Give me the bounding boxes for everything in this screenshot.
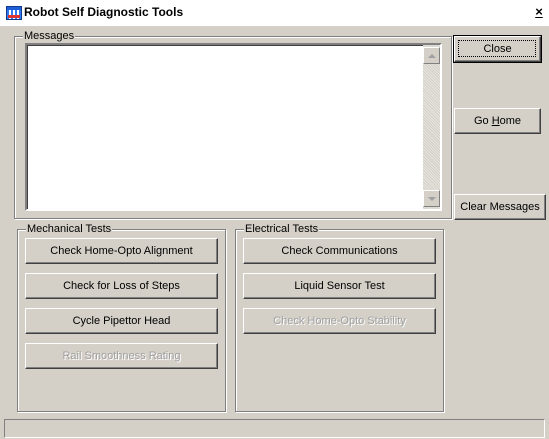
check-home-opto-stability-label: Check Home-Opto Stability <box>273 315 406 327</box>
cycle-pipettor-head-button[interactable]: Cycle Pipettor Head <box>25 308 218 334</box>
liquid-sensor-test-button[interactable]: Liquid Sensor Test <box>243 273 436 299</box>
diagnostic-window: Robot Self Diagnostic Tools × Messages C… <box>0 0 549 439</box>
messages-textarea[interactable] <box>25 43 442 211</box>
clear-messages-button[interactable]: Clear Messages <box>454 194 546 220</box>
check-communications-label: Check Communications <box>281 245 398 257</box>
status-panel <box>4 419 545 438</box>
rail-smoothness-rating-button[interactable]: Rail Smoothness Rating <box>25 343 218 369</box>
liquid-sensor-test-label: Liquid Sensor Test <box>294 280 385 292</box>
scroll-down-arrow-icon <box>427 196 436 201</box>
messages-group-label: Messages <box>23 29 76 43</box>
mechanical-tests-label: Mechanical Tests <box>26 222 113 236</box>
messages-vertical-scrollbar[interactable] <box>423 45 440 209</box>
check-home-opto-stability-button[interactable]: Check Home-Opto Stability <box>243 308 436 334</box>
window-title: Robot Self Diagnostic Tools <box>24 5 184 19</box>
scroll-up-button[interactable] <box>423 47 440 64</box>
check-loss-of-steps-label: Check for Loss of Steps <box>63 280 180 292</box>
check-loss-of-steps-button[interactable]: Check for Loss of Steps <box>25 273 218 299</box>
go-home-button-label: Go Home <box>473 115 522 127</box>
focus-ring <box>458 40 536 57</box>
check-home-opto-alignment-button[interactable]: Check Home-Opto Alignment <box>25 238 218 264</box>
check-communications-button[interactable]: Check Communications <box>243 238 436 264</box>
status-bar <box>0 417 549 439</box>
cycle-pipettor-head-label: Cycle Pipettor Head <box>72 315 171 327</box>
rail-smoothness-rating-label: Rail Smoothness Rating <box>62 350 181 362</box>
robot-app-icon[interactable] <box>6 6 22 20</box>
go-home-button[interactable]: Go Home <box>454 108 541 134</box>
check-home-opto-alignment-label: Check Home-Opto Alignment <box>50 245 193 257</box>
electrical-tests-label: Electrical Tests <box>244 222 320 236</box>
clear-messages-button-label: Clear Messages <box>460 201 540 213</box>
scroll-down-button[interactable] <box>423 190 440 207</box>
title-bar[interactable]: Robot Self Diagnostic Tools × <box>0 0 549 26</box>
close-button[interactable]: Close <box>453 35 542 63</box>
scroll-up-arrow-icon <box>427 53 436 58</box>
close-icon[interactable]: × <box>531 4 547 20</box>
